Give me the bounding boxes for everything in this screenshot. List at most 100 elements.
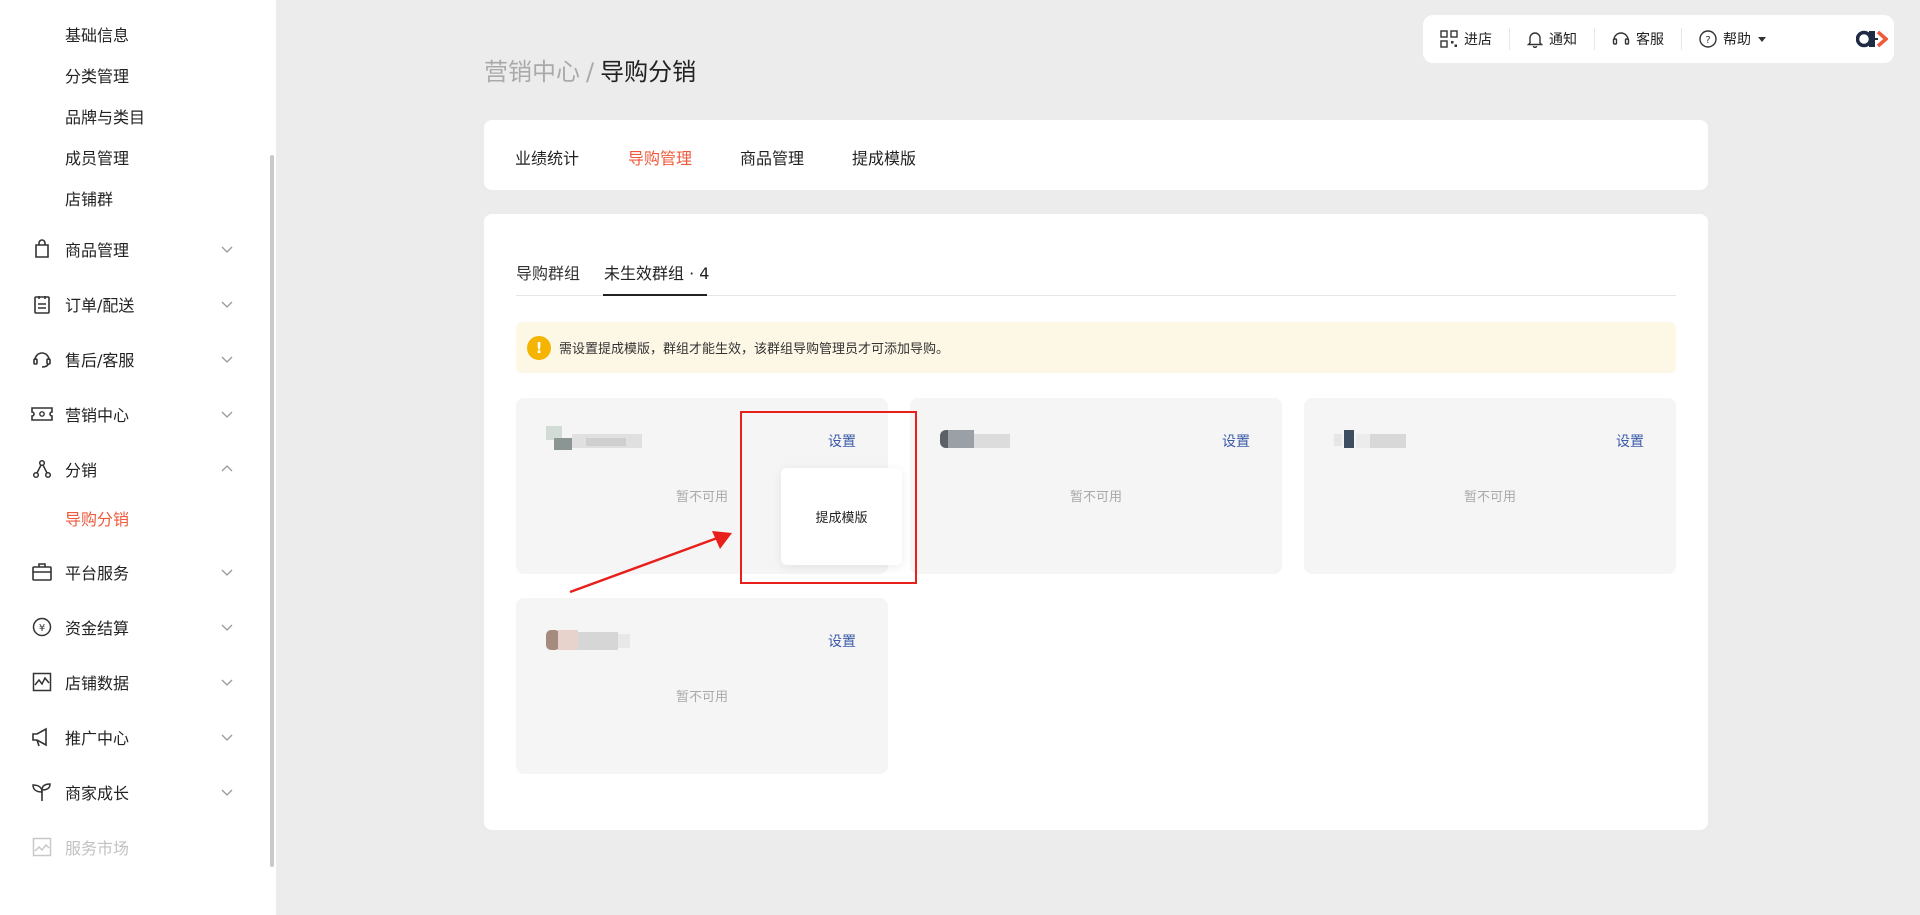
sidebar-item-label: 推广中心 xyxy=(65,729,130,748)
sidebar-item-settlement[interactable]: ¥ 资金结算 xyxy=(0,607,260,647)
status-text: 暂不可用 xyxy=(1069,490,1122,505)
subtab-guide-groups[interactable]: 导购群组 xyxy=(516,260,580,284)
tab-commission-template[interactable]: 提成模版 xyxy=(852,145,916,169)
briefcase-icon xyxy=(31,561,53,583)
sidebar-item-platform[interactable]: 平台服务 xyxy=(0,552,260,592)
chevron-up-icon xyxy=(221,465,233,472)
chevron-down-icon xyxy=(221,624,233,631)
tab-performance[interactable]: 业绩统计 xyxy=(515,145,579,169)
sidebar-item-basic-info[interactable]: 基础信息 xyxy=(65,22,129,46)
chevron-down-icon xyxy=(221,569,233,576)
customer-service-button[interactable]: 客服 xyxy=(1595,28,1682,50)
top-tabs: 业绩统计 导购管理 商品管理 提成模版 xyxy=(484,120,1708,190)
help-icon: ? xyxy=(1699,30,1717,48)
headset-icon xyxy=(1612,32,1630,45)
sidebar-item-store-group[interactable]: 店铺群 xyxy=(65,186,113,210)
megaphone-icon xyxy=(31,726,53,748)
chevron-down-icon xyxy=(221,411,233,418)
sidebar-item-label: 商家成长 xyxy=(65,784,130,803)
notify-button[interactable]: 通知 xyxy=(1510,28,1595,50)
sidebar-item-label: 服务市场 xyxy=(65,839,130,858)
svg-text:¥: ¥ xyxy=(39,623,45,634)
notice-text: 需设置提成模版，群组才能生效，该群组导购管理员才可添加导购。 xyxy=(559,342,950,357)
sidebar-item-service-market[interactable]: 服务市场 xyxy=(0,827,260,867)
chevron-down-icon xyxy=(221,301,233,308)
group-card: 设置 暂不可用 xyxy=(516,598,888,774)
sidebar-item-distribution[interactable]: 分销 xyxy=(0,449,260,489)
chart-icon xyxy=(31,671,53,693)
sidebar-item-aftersale[interactable]: 售后/客服 xyxy=(0,339,260,379)
top-toolbar: 进店 通知 客服 ? 帮助 xyxy=(1423,15,1894,63)
chevron-down-icon xyxy=(221,356,233,363)
breadcrumb-separator: / xyxy=(586,58,595,86)
svg-text:?: ? xyxy=(1705,35,1710,46)
breadcrumb-parent[interactable]: 营销中心 xyxy=(484,58,580,86)
sidebar-item-label: 店铺数据 xyxy=(65,674,130,693)
status-text: 暂不可用 xyxy=(675,690,728,705)
main-content: 导购群组 未生效群组 · 4 ! 需设置提成模版，群组才能生效，该群组导购管理员… xyxy=(484,214,1708,830)
bell-icon xyxy=(1527,32,1543,48)
sidebar-item-guide-distribution[interactable]: 导购分销 xyxy=(65,506,129,530)
sidebar-scrollbar[interactable] xyxy=(270,155,274,867)
warning-icon: ! xyxy=(527,335,551,360)
sidebar-item-label: 资金结算 xyxy=(65,619,130,638)
chevron-down-icon xyxy=(221,789,233,796)
enter-store-button[interactable]: 进店 xyxy=(1423,28,1510,50)
sidebar-item-label: 平台服务 xyxy=(65,564,130,583)
sidebar-item-label: 分销 xyxy=(65,461,98,480)
blurred-avatar xyxy=(546,630,630,650)
sidebar-item-members[interactable]: 成员管理 xyxy=(65,145,129,169)
notify-label: 通知 xyxy=(1549,32,1577,48)
sidebar-item-label: 订单/配送 xyxy=(65,296,135,315)
commission-template-option[interactable]: 提成模版 xyxy=(815,507,867,526)
sidebar-item-brand[interactable]: 品牌与类目 xyxy=(65,104,145,128)
help-label: 帮助 xyxy=(1723,32,1751,48)
blurred-avatar xyxy=(546,426,642,450)
sidebar-item-promotion[interactable]: 推广中心 xyxy=(0,717,260,757)
sidebar-item-store-data[interactable]: 店铺数据 xyxy=(0,662,260,702)
help-menu[interactable]: ? 帮助 xyxy=(1682,28,1784,50)
subtab-inactive-groups[interactable]: 未生效群组 · 4 xyxy=(604,260,709,284)
headset-icon xyxy=(31,348,53,370)
brand-logo-icon[interactable] xyxy=(1856,28,1888,50)
settings-popover: 提成模版 xyxy=(781,468,902,565)
sidebar: 基础信息 分类管理 品牌与类目 成员管理 店铺群 商品管理 订单/配送 售后/客… xyxy=(0,0,276,915)
sidebar-item-label: 营销中心 xyxy=(65,406,130,425)
shopping-bag-icon xyxy=(31,238,53,260)
sidebar-item-category[interactable]: 分类管理 xyxy=(65,63,129,87)
customer-service-label: 客服 xyxy=(1636,32,1664,48)
group-card: 设置 暂不可用 xyxy=(1304,398,1676,574)
group-subtabs: 导购群组 未生效群组 · 4 xyxy=(516,246,1676,296)
tab-product-management[interactable]: 商品管理 xyxy=(740,145,804,169)
breadcrumb: 营销中心 / 导购分销 xyxy=(484,52,696,87)
active-subtab-indicator xyxy=(603,294,707,296)
clipboard-icon xyxy=(31,293,53,315)
status-text: 暂不可用 xyxy=(1463,490,1516,505)
sidebar-item-orders[interactable]: 订单/配送 xyxy=(0,284,260,324)
page-title: 导购分销 xyxy=(600,58,697,86)
blurred-avatar xyxy=(940,430,1010,448)
qr-code-icon xyxy=(1440,30,1458,48)
service-market-icon xyxy=(31,836,53,858)
share-nodes-icon xyxy=(31,458,53,480)
sidebar-item-marketing[interactable]: 营销中心 xyxy=(0,394,260,434)
tab-guide-management[interactable]: 导购管理 xyxy=(628,145,692,169)
caret-down-icon xyxy=(1758,37,1766,42)
settings-link[interactable]: 设置 xyxy=(828,431,856,451)
chevron-down-icon xyxy=(221,679,233,686)
chevron-down-icon xyxy=(221,246,233,253)
ticket-icon xyxy=(31,403,53,425)
enter-store-label: 进店 xyxy=(1464,32,1492,48)
settings-link[interactable]: 设置 xyxy=(828,631,856,651)
yen-coin-icon: ¥ xyxy=(31,616,53,638)
notice-banner: ! 需设置提成模版，群组才能生效，该群组导购管理员才可添加导购。 xyxy=(516,322,1676,373)
settings-link[interactable]: 设置 xyxy=(1222,431,1250,451)
sidebar-item-label: 商品管理 xyxy=(65,241,130,260)
sidebar-item-label: 售后/客服 xyxy=(65,351,135,370)
settings-link[interactable]: 设置 xyxy=(1616,431,1644,451)
group-card: 设置 暂不可用 xyxy=(910,398,1282,574)
sidebar-item-products[interactable]: 商品管理 xyxy=(0,229,260,269)
sidebar-item-growth[interactable]: 商家成长 xyxy=(0,772,260,812)
blurred-avatar xyxy=(1334,430,1406,448)
sprout-icon xyxy=(31,781,53,803)
